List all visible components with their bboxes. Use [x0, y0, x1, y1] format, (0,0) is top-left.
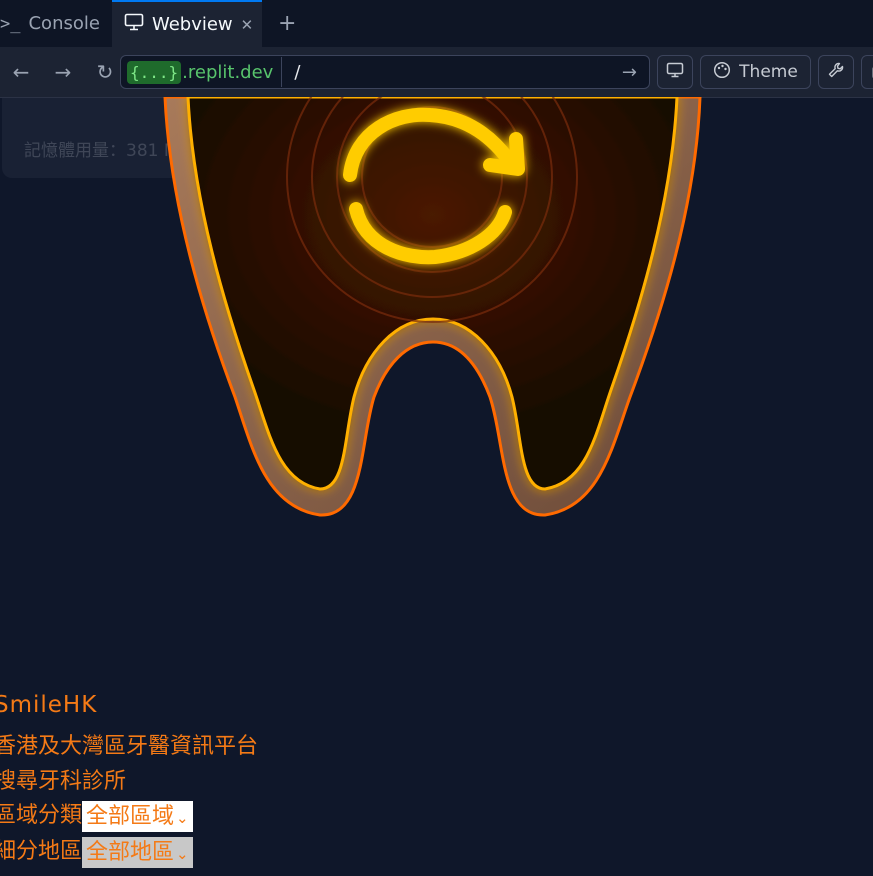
back-button[interactable]: ←	[0, 60, 42, 84]
chevron-down-icon: ⌄	[176, 844, 189, 863]
district-select-value: 全部地區	[86, 839, 175, 865]
search-heading: 搜尋牙科診所	[0, 769, 127, 794]
tooth-logo-image	[163, 97, 702, 517]
url-divider	[281, 57, 283, 87]
go-arrow-icon[interactable]: →	[622, 62, 637, 83]
region-label: 區域分類	[0, 803, 83, 828]
more-button[interactable]: ▢	[861, 55, 873, 89]
chevron-down-icon: ⌄	[176, 808, 189, 827]
plus-icon: +	[277, 11, 297, 36]
devices-button[interactable]	[657, 55, 693, 89]
tab-console-label: Console	[28, 13, 100, 34]
url-prefix-badge: {...}	[127, 60, 182, 84]
url-input[interactable]: {...} .replit.dev / →	[120, 55, 650, 89]
tab-console[interactable]: >_ Console	[0, 0, 112, 47]
tab-webview[interactable]: Webview ✕	[111, 0, 262, 47]
tab-bar: >_ Console Webview ✕ +	[0, 0, 873, 48]
url-path: /	[294, 61, 301, 83]
terminal-icon: >_	[0, 13, 21, 34]
close-icon[interactable]: ✕	[241, 16, 254, 34]
theme-label: Theme	[739, 62, 798, 82]
region-select-value: 全部區域	[86, 803, 175, 829]
district-select[interactable]: 全部地區 ⌄	[82, 836, 193, 868]
district-label: 細分地區	[0, 839, 83, 864]
palette-icon	[713, 61, 731, 84]
tab-webview-label: Webview	[151, 14, 233, 35]
theme-button[interactable]: Theme	[700, 55, 811, 89]
forward-button[interactable]: →	[42, 60, 84, 84]
url-toolbar: ← → ↻ {...} .replit.dev / → Theme ▢	[0, 47, 873, 98]
arrow-left-icon: ←	[12, 60, 30, 84]
wrench-icon	[827, 61, 845, 84]
add-tab-button[interactable]: +	[262, 0, 312, 47]
monitor-icon	[666, 62, 684, 83]
page-subtitle: 香港及大灣區牙醫資訊平台	[0, 734, 259, 759]
devtools-button[interactable]	[818, 55, 854, 89]
reload-icon: ↻	[96, 60, 114, 84]
monitor-icon	[124, 13, 144, 36]
region-filter-row: 區域分類 全部區域 ⌄	[0, 797, 193, 832]
url-host: .replit.dev	[182, 61, 274, 83]
arrow-right-icon: →	[54, 60, 72, 84]
region-select[interactable]: 全部區域 ⌄	[82, 800, 193, 832]
district-filter-row: 細分地區 全部地區 ⌄	[0, 833, 193, 868]
brand-name: SmileHK	[0, 692, 98, 718]
